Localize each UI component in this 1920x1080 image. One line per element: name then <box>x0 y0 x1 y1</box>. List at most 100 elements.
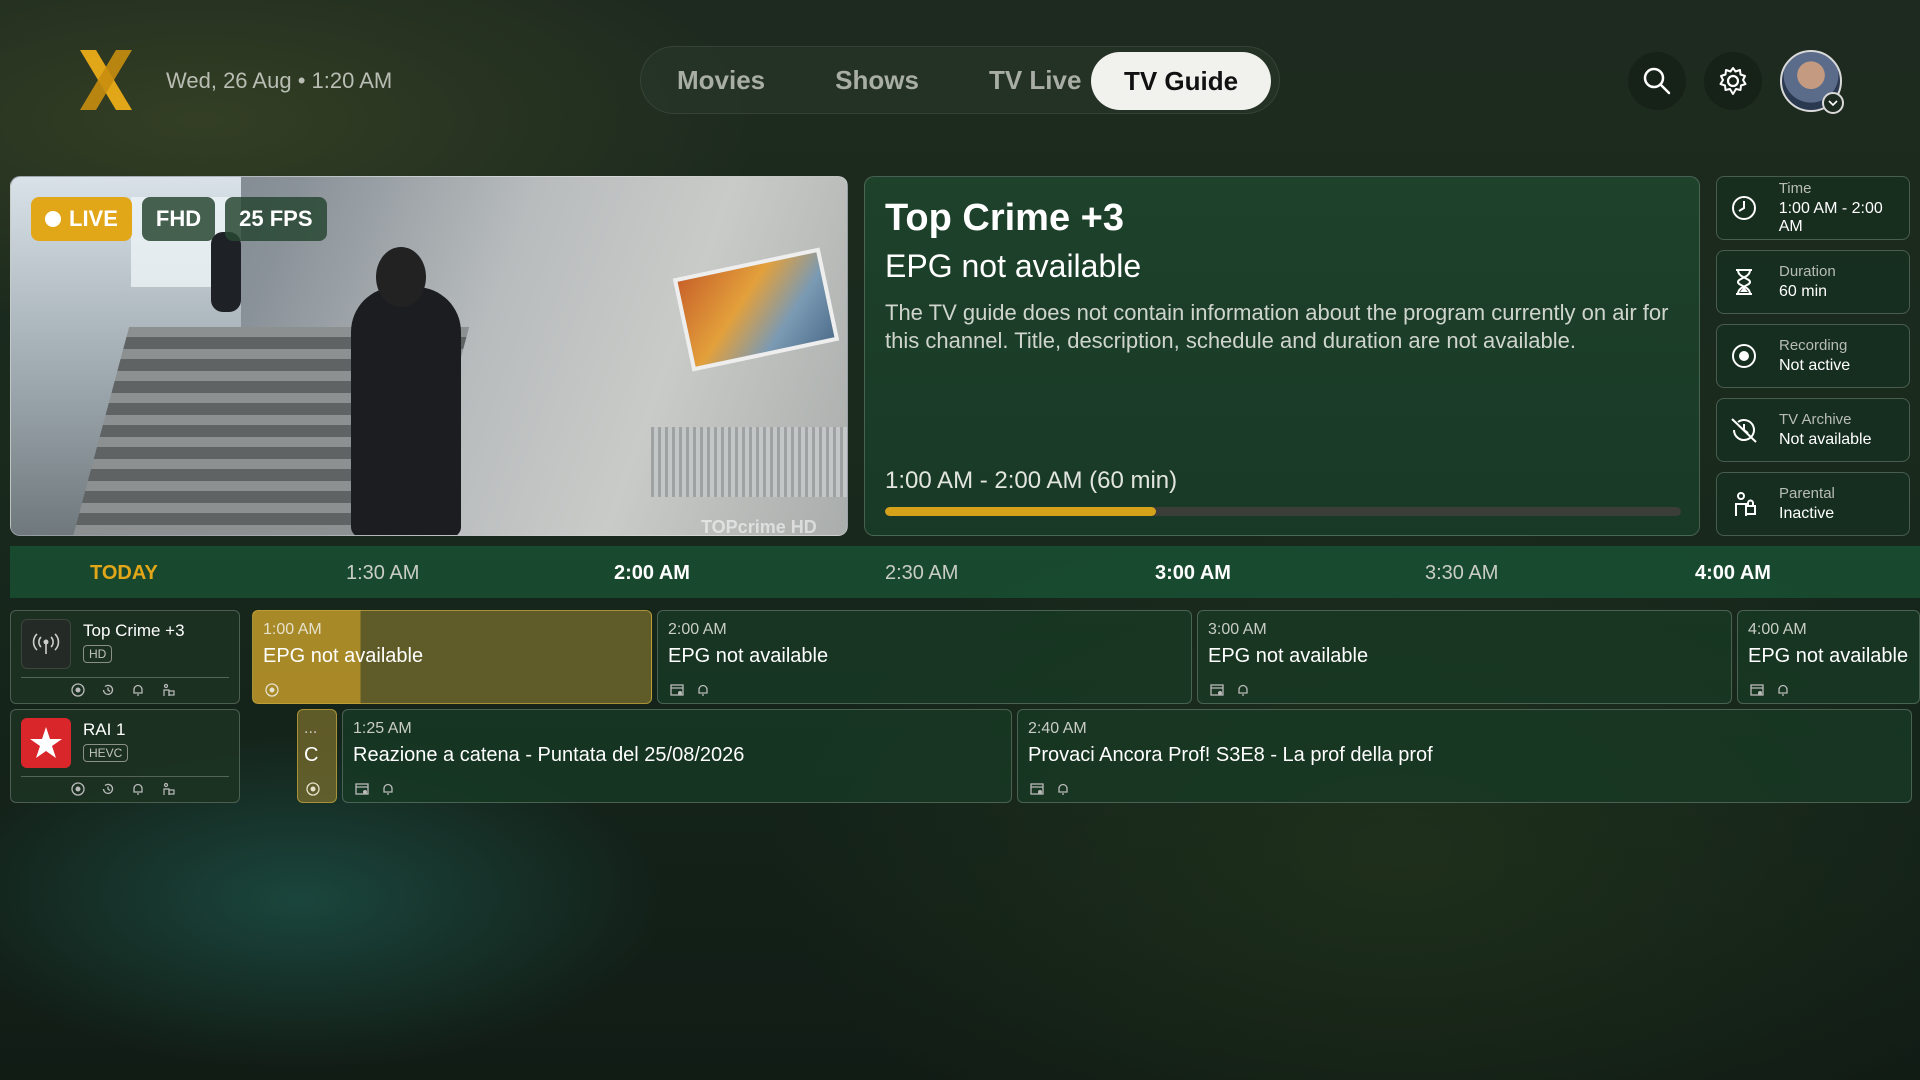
detail-time[interactable]: Time 1:00 AM - 2:00 AM <box>1716 176 1910 240</box>
video-player[interactable]: LIVE FHD 25 FPS TOPcrime HD <box>10 176 848 536</box>
video-figure <box>351 287 461 535</box>
channel-features <box>71 683 175 697</box>
detail-recording[interactable]: Recording Not active <box>1716 324 1910 388</box>
history-icon <box>102 684 114 695</box>
channel-row-rai-1[interactable]: RAI 1 HEVC <box>10 709 240 803</box>
bell-icon <box>1778 684 1788 696</box>
timeline-slot: 4:00 AM <box>1695 562 1771 584</box>
nav-shows[interactable]: Shows <box>835 65 919 96</box>
bell-icon <box>133 783 143 795</box>
program-title: EPG not available <box>1208 645 1369 667</box>
calendar-icon <box>355 783 369 795</box>
calendar-icon <box>1030 783 1044 795</box>
timeline-slot: 2:30 AM <box>885 562 959 584</box>
search-icon <box>1643 67 1671 95</box>
program-time: 2:40 AM <box>1028 720 1087 737</box>
program-details-list: Time 1:00 AM - 2:00 AM Duration 60 min Rec… <box>1716 176 1910 546</box>
gear-icon <box>1719 67 1747 95</box>
detail-tv-archive[interactable]: TV Archive Not available <box>1716 398 1910 462</box>
program-time: ... <box>304 720 318 737</box>
parental-lock-icon <box>163 683 175 696</box>
detail-value: 1:00 AM - 2:00 AM <box>1778 200 1883 235</box>
bell-icon <box>1058 783 1068 795</box>
bell-icon <box>133 684 143 696</box>
program-progress-bar <box>885 507 1681 516</box>
record-icon <box>265 683 279 697</box>
settings-button[interactable] <box>1704 52 1762 110</box>
guide-timeline: TODAY 1:30 AM 2:00 AM 2:30 AM 3:00 AM 3:… <box>10 546 1920 598</box>
detail-label: Parental <box>1779 485 1835 502</box>
timeline-slot: 1:30 AM <box>346 562 420 584</box>
avatar-dropdown[interactable] <box>1822 92 1844 114</box>
timeline-slot: 3:00 AM <box>1155 562 1231 584</box>
search-button[interactable] <box>1628 52 1686 110</box>
program-title: Provaci Ancora Prof! S3E8 - La prof dell… <box>1028 744 1433 766</box>
channel-quality-tag: HD <box>83 645 113 663</box>
quality-badge: FHD <box>141 197 216 241</box>
calendar-icon <box>670 684 684 696</box>
detail-parental[interactable]: Parental Inactive <box>1716 472 1910 536</box>
nav-tv-live[interactable]: TV Live <box>989 65 1081 96</box>
user-avatar[interactable] <box>1780 50 1844 114</box>
record-icon <box>71 683 85 697</box>
program-cell-current[interactable]: 1:00 AM EPG not available <box>252 610 652 704</box>
program-time: 2:00 AM <box>668 621 727 638</box>
parental-lock-icon <box>163 782 175 795</box>
program-cell[interactable]: 1:25 AM Reazione a catena - Puntata del … <box>342 709 1012 803</box>
program-time: 3:00 AM <box>1208 621 1267 638</box>
divider <box>21 776 229 777</box>
program-title: EPG not available <box>885 248 1142 284</box>
detail-value: Inactive <box>1779 505 1835 522</box>
nav-movies[interactable]: Movies <box>677 65 765 96</box>
bell-icon <box>1238 684 1248 696</box>
stream-badges: LIVE FHD 25 FPS <box>31 197 327 241</box>
program-title: EPG not available <box>1748 645 1909 667</box>
hourglass-icon <box>1729 267 1759 297</box>
nav-tv-guide[interactable]: TV Guide <box>1091 52 1271 110</box>
live-badge: LIVE <box>31 197 132 241</box>
live-label: LIVE <box>69 206 118 231</box>
detail-value: Not available <box>1779 431 1872 448</box>
channel-watermark: TOPcrime HD <box>701 517 817 536</box>
timeline-slot: 3:30 AM <box>1425 562 1499 584</box>
program-cell-current-short[interactable]: ... C <box>297 709 337 803</box>
channel-logo <box>21 619 71 669</box>
detail-value: 60 min <box>1779 283 1828 300</box>
bell-icon <box>698 684 708 696</box>
channel-features <box>71 782 175 796</box>
broadcast-icon <box>32 633 60 654</box>
program-cell[interactable]: 3:00 AM EPG not available <box>1197 610 1732 704</box>
record-icon <box>306 782 320 796</box>
divider <box>21 677 229 678</box>
channel-title: Top Crime +3 <box>885 197 1124 239</box>
program-time: 1:25 AM <box>353 720 412 737</box>
timeline-slot: 2:00 AM <box>614 562 690 584</box>
calendar-icon <box>1210 684 1224 696</box>
program-time: 4:00 AM <box>1748 621 1807 638</box>
calendar-icon <box>1750 684 1764 696</box>
live-dot-icon <box>45 211 61 227</box>
timeline-today[interactable]: TODAY <box>90 562 158 585</box>
program-cell[interactable]: 4:00 AM EPG not available <box>1737 610 1920 704</box>
program-description: The TV guide does not contain informatio… <box>885 300 1669 353</box>
archive-off-icon <box>1729 415 1759 445</box>
detail-label: Recording <box>1779 337 1848 354</box>
channel-name: RAI 1 <box>83 720 126 739</box>
video-poster <box>672 247 840 372</box>
video-figure-head <box>376 247 426 307</box>
detail-value: Not active <box>1779 357 1851 374</box>
program-time: 1:00 AM <box>263 621 322 638</box>
program-cell[interactable]: 2:00 AM EPG not available <box>657 610 1192 704</box>
record-icon <box>1729 341 1759 371</box>
channel-row-top-crime[interactable]: Top Crime +3 HD <box>10 610 240 704</box>
program-cell[interactable]: 2:40 AM Provaci Ancora Prof! S3E8 - La p… <box>1017 709 1912 803</box>
clock-icon <box>1729 193 1759 223</box>
video-radiator <box>651 427 847 497</box>
app-logo[interactable] <box>76 48 136 112</box>
program-title: Reazione a catena - Puntata del 25/08/20… <box>353 744 745 766</box>
detail-duration[interactable]: Duration 60 min <box>1716 250 1910 314</box>
history-icon <box>102 783 114 794</box>
detail-label: TV Archive <box>1779 411 1852 428</box>
bell-icon <box>383 783 393 795</box>
main-nav: Movies Shows TV Live TV Guide <box>640 46 1280 114</box>
